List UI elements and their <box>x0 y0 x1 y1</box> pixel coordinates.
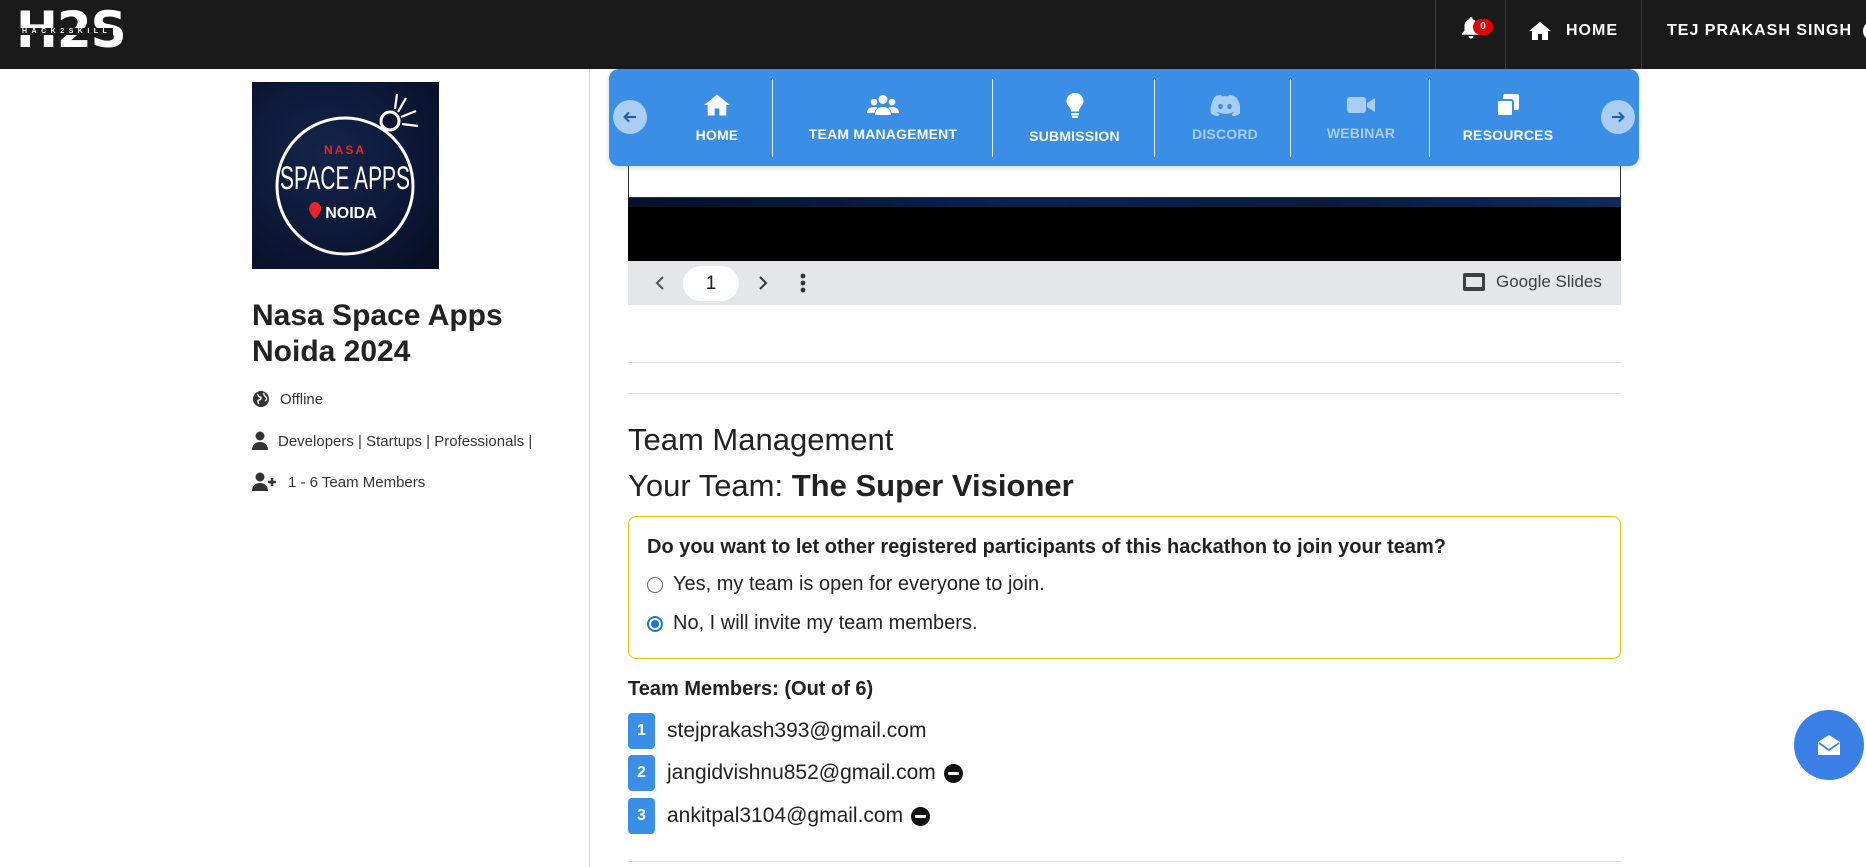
remove-member-icon[interactable] <box>911 806 931 826</box>
user-plus-icon <box>252 472 276 491</box>
tab-divider <box>1290 79 1291 157</box>
tab-discord-label: DISCORD <box>1192 126 1258 142</box>
home-icon <box>704 94 730 116</box>
member-number: 1 <box>628 713 655 749</box>
user-name: TEJ PRAKASH SINGH <box>1667 22 1853 39</box>
tab-resources[interactable]: RESOURCES <box>1458 80 1558 156</box>
tab-divider <box>1429 79 1430 157</box>
home-icon <box>1529 22 1551 40</box>
google-slides-label: Google Slides <box>1496 272 1602 291</box>
member-email: ankitpal3104@gmail.com <box>667 804 904 827</box>
logo-noida-text: NOIDA <box>325 205 377 222</box>
member-email: stejprakash393@gmail.com <box>667 719 927 742</box>
slide-page-number[interactable]: 1 <box>683 266 739 301</box>
event-mode-text: Offline <box>280 390 324 408</box>
event-team-size: 1 - 6 Team Members <box>252 472 425 492</box>
slide-prev-button[interactable] <box>650 273 670 293</box>
discord-icon <box>1210 94 1240 116</box>
join-option-open[interactable]: Yes, my team is open for everyone to joi… <box>647 573 1045 596</box>
tab-home-label: HOME <box>695 127 739 143</box>
event-audience: Developers | Startups | Professionals | <box>252 431 532 451</box>
h2s-logo[interactable]: H2S HACK2SKILL <box>16 4 127 56</box>
tab-scroll-left-button[interactable] <box>613 100 647 134</box>
user-icon <box>252 431 268 450</box>
lightbulb-icon <box>1066 93 1083 118</box>
notification-badge: 0 <box>1473 19 1493 35</box>
nav-divider <box>1641 0 1642 69</box>
team-name-line: Your Team: The Super Visioner <box>628 468 1074 504</box>
arrow-left-icon <box>623 111 636 123</box>
member-email: jangidvishnu852@gmail.com <box>667 761 936 784</box>
globe-icon <box>253 391 269 407</box>
logo-subtext: HACK2SKILL <box>20 28 114 35</box>
nav-divider <box>1505 0 1506 69</box>
tab-webinar[interactable]: WEBINAR <box>1316 80 1406 156</box>
slide-next-button[interactable] <box>753 273 773 293</box>
nav-divider <box>1435 0 1436 69</box>
tab-divider <box>992 79 993 157</box>
event-logo: NASA SPACE APPS NOIDA <box>252 82 439 269</box>
team-member-row: 3 ankitpal3104@gmail.com <box>628 798 931 834</box>
top-navbar: H2S HACK2SKILL 0 HOME TEJ PRAKASH SINGH <box>0 0 1866 69</box>
divider <box>628 393 1621 394</box>
event-team-size-text: 1 - 6 Team Members <box>288 473 426 491</box>
member-number: 2 <box>628 755 655 791</box>
tab-team-management[interactable]: TEAM MANAGEMENT <box>798 80 968 156</box>
event-mode: Offline <box>252 390 323 408</box>
tab-submission[interactable]: SUBMISSION <box>1017 80 1132 156</box>
join-question: Do you want to let other registered part… <box>647 536 1446 558</box>
nav-home-link[interactable]: HOME <box>1528 16 1618 46</box>
column-divider <box>589 69 590 867</box>
join-option-invite-label: No, I will invite my team members. <box>673 612 978 634</box>
divider <box>628 362 1621 363</box>
member-number: 3 <box>628 798 655 834</box>
envelope-open-icon <box>1818 735 1840 755</box>
video-icon <box>1347 97 1375 113</box>
google-slides-link[interactable]: Google Slides <box>1462 272 1602 292</box>
message-fab-button[interactable] <box>1794 710 1864 780</box>
team-name-prefix: Your Team: <box>628 468 784 503</box>
tab-home[interactable]: HOME <box>672 80 762 156</box>
tab-team-management-label: TEAM MANAGEMENT <box>808 126 958 142</box>
radio-open[interactable] <box>647 576 663 593</box>
nav-home-label: HOME <box>1566 22 1618 39</box>
user-menu[interactable]: TEJ PRAKASH SINGH <box>1667 16 1866 46</box>
tab-submission-label: SUBMISSION <box>1029 128 1120 144</box>
join-option-open-label: Yes, my team is open for everyone to joi… <box>673 573 1045 595</box>
slides-icon <box>1463 273 1485 291</box>
team-member-row: 1 stejprakash393@gmail.com <box>628 713 926 749</box>
remove-member-icon[interactable] <box>943 763 963 783</box>
slide-more-button[interactable] <box>793 272 813 294</box>
slide-banner-strip <box>628 198 1621 207</box>
join-option-invite[interactable]: No, I will invite my team members. <box>647 612 978 635</box>
tab-divider <box>772 79 773 157</box>
divider <box>628 861 1621 862</box>
tab-webinar-label: WEBINAR <box>1326 125 1396 141</box>
event-title: Nasa Space Apps Noida 2024 <box>252 299 503 368</box>
logo-nasa-text: NASA <box>324 143 366 157</box>
tab-scroll-right-button[interactable] <box>1601 100 1635 134</box>
chevron-right-icon <box>759 276 768 290</box>
more-vertical-icon <box>800 273 806 293</box>
copy-icon <box>1496 94 1519 117</box>
tab-resources-label: RESOURCES <box>1462 127 1554 143</box>
chevron-left-icon <box>655 276 664 290</box>
tab-divider <box>1154 79 1155 157</box>
event-audience-text: Developers | Startups | Professionals | <box>278 432 533 450</box>
tab-discord[interactable]: DISCORD <box>1180 80 1270 156</box>
logo-space-apps-text: SPACE APPS <box>280 160 410 196</box>
arrow-right-icon <box>1612 111 1625 123</box>
team-members-title: Team Members: (Out of 6) <box>628 678 874 700</box>
team-name: The Super Visioner <box>791 468 1074 503</box>
users-icon <box>867 95 899 115</box>
team-member-row: 2 jangidvishnu852@gmail.com <box>628 755 963 791</box>
radio-invite[interactable] <box>647 615 663 632</box>
team-management-heading: Team Management <box>628 422 894 457</box>
user-circle-icon <box>1863 23 1866 39</box>
